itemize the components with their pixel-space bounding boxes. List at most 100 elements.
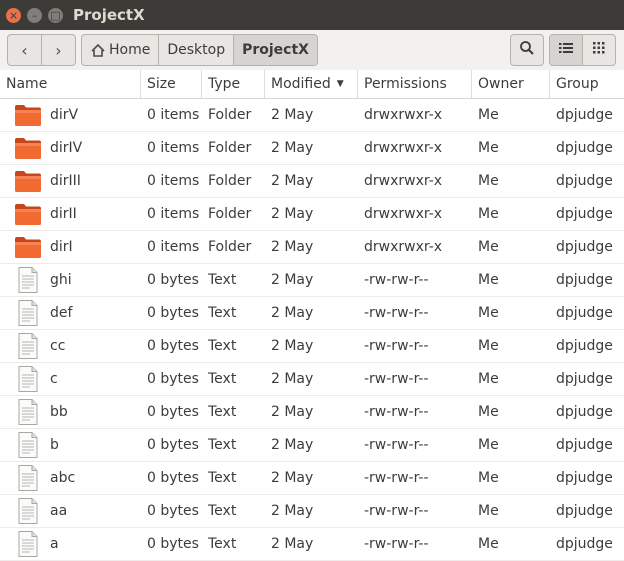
file-modified: 2 May (271, 404, 314, 420)
history-nav: ‹ › (7, 34, 76, 66)
file-row[interactable]: cc 0 bytes Text 2 May -rw-rw-r-- Me dpjudge (0, 330, 624, 363)
file-size: 0 bytes (147, 371, 199, 387)
maximize-window-button[interactable]: □ (48, 7, 63, 23)
file-modified: 2 May (271, 140, 314, 156)
file-modified: 2 May (271, 503, 314, 519)
breadcrumb-desktop[interactable]: Desktop (158, 35, 233, 65)
title-bar: × – □ ProjectX (0, 0, 624, 30)
file-group: dpjudge (556, 107, 613, 123)
file-row[interactable]: aa 0 bytes Text 2 May -rw-rw-r-- Me dpjudge (0, 495, 624, 528)
file-owner: Me (478, 437, 499, 453)
file-group: dpjudge (556, 173, 613, 189)
file-size: 0 bytes (147, 437, 199, 453)
file-type: Text (208, 272, 237, 288)
close-window-button[interactable]: × (6, 7, 21, 23)
file-owner: Me (478, 470, 499, 486)
breadcrumb-projectx[interactable]: ProjectX (233, 35, 317, 65)
text-file-icon (14, 498, 42, 524)
file-type: Text (208, 470, 237, 486)
file-modified: 2 May (271, 437, 314, 453)
file-modified: 2 May (271, 536, 314, 552)
file-row[interactable]: c 0 bytes Text 2 May -rw-rw-r-- Me dpjudge (0, 363, 624, 396)
grid-view-button[interactable] (582, 35, 615, 65)
search-button[interactable] (510, 34, 544, 66)
file-permissions: -rw-rw-r-- (364, 470, 429, 486)
file-permissions: -rw-rw-r-- (364, 437, 429, 453)
file-owner: Me (478, 239, 499, 255)
file-owner: Me (478, 140, 499, 156)
file-type: Text (208, 437, 237, 453)
column-header: Name Size Type Modified ▼ Permissions Ow… (0, 70, 624, 99)
file-size: 0 bytes (147, 536, 199, 552)
file-permissions: -rw-rw-r-- (364, 371, 429, 387)
column-size[interactable]: Size (141, 70, 202, 98)
breadcrumb-home[interactable]: Home (82, 35, 158, 65)
file-group: dpjudge (556, 338, 613, 354)
file-name: ghi (50, 272, 72, 288)
breadcrumb-home-label: Home (109, 42, 151, 58)
column-modified-label: Modified (271, 76, 331, 92)
file-owner: Me (478, 338, 499, 354)
file-row[interactable]: dirII 0 items Folder 2 May drwxrwxr-x Me dpjud… (0, 198, 624, 231)
file-group: dpjudge (556, 272, 613, 288)
file-name: dirIV (50, 140, 83, 156)
column-owner[interactable]: Owner (472, 70, 550, 98)
file-row[interactable]: dirI 0 items Folder 2 May drwxrwxr-x Me dpjudg… (0, 231, 624, 264)
file-modified: 2 May (271, 239, 314, 255)
forward-button[interactable]: › (41, 35, 75, 65)
file-row[interactable]: def 0 bytes Text 2 May -rw-rw-r-- Me dpjudge (0, 297, 624, 330)
file-row[interactable]: bb 0 bytes Text 2 May -rw-rw-r-- Me dpjudge (0, 396, 624, 429)
file-owner: Me (478, 371, 499, 387)
column-name[interactable]: Name (0, 70, 141, 98)
text-file-icon (14, 465, 42, 491)
window-title: ProjectX (73, 6, 145, 24)
file-row[interactable]: dirV 0 items Folder 2 May drwxrwxr-x Me dpjudg… (0, 99, 624, 132)
file-type: Folder (208, 107, 252, 123)
file-group: dpjudge (556, 470, 613, 486)
file-size: 0 bytes (147, 404, 199, 420)
file-row[interactable]: b 0 bytes Text 2 May -rw-rw-r-- Me dpjudge (0, 429, 624, 462)
file-row[interactable]: abc 0 bytes Text 2 May -rw-rw-r-- Me dpjudge (0, 462, 624, 495)
file-type: Text (208, 536, 237, 552)
file-permissions: -rw-rw-r-- (364, 536, 429, 552)
file-type: Text (208, 305, 237, 321)
file-owner: Me (478, 206, 499, 222)
file-group: dpjudge (556, 239, 613, 255)
file-row[interactable]: a 0 bytes Text 2 May -rw-rw-r-- Me dpjudge (0, 528, 624, 561)
text-file-icon (14, 432, 42, 458)
back-button[interactable]: ‹ (8, 35, 41, 65)
column-modified[interactable]: Modified ▼ (265, 70, 358, 98)
file-owner: Me (478, 272, 499, 288)
file-size: 0 items (147, 173, 200, 189)
text-file-icon (14, 399, 42, 425)
file-permissions: drwxrwxr-x (364, 107, 443, 123)
file-type: Text (208, 404, 237, 420)
file-row[interactable]: dirIV 0 items Folder 2 May drwxrwxr-x Me dpjud… (0, 132, 624, 165)
file-group: dpjudge (556, 536, 613, 552)
column-permissions[interactable]: Permissions (358, 70, 472, 98)
file-owner: Me (478, 536, 499, 552)
file-permissions: drwxrwxr-x (364, 239, 443, 255)
file-size: 0 items (147, 107, 200, 123)
file-owner: Me (478, 107, 499, 123)
file-row[interactable]: dirIII 0 items Folder 2 May drwxrwxr-x Me dpju… (0, 165, 624, 198)
minimize-window-button[interactable]: – (27, 7, 42, 23)
file-name: c (50, 371, 58, 387)
file-modified: 2 May (271, 338, 314, 354)
file-group: dpjudge (556, 503, 613, 519)
column-type[interactable]: Type (202, 70, 265, 98)
file-size: 0 bytes (147, 338, 199, 354)
file-row[interactable]: ghi 0 bytes Text 2 May -rw-rw-r-- Me dpjudge (0, 264, 624, 297)
folder-icon (14, 135, 42, 161)
file-modified: 2 May (271, 371, 314, 387)
file-size: 0 items (147, 206, 200, 222)
toolbar: ‹ › Home Desktop ProjectX (0, 30, 624, 71)
file-group: dpjudge (556, 437, 613, 453)
list-view-button[interactable] (550, 35, 582, 65)
text-file-icon (14, 333, 42, 359)
file-size: 0 bytes (147, 272, 199, 288)
folder-icon (14, 234, 42, 260)
column-group[interactable]: Group (550, 70, 624, 98)
file-name: dirII (50, 206, 77, 222)
file-size: 0 bytes (147, 470, 199, 486)
